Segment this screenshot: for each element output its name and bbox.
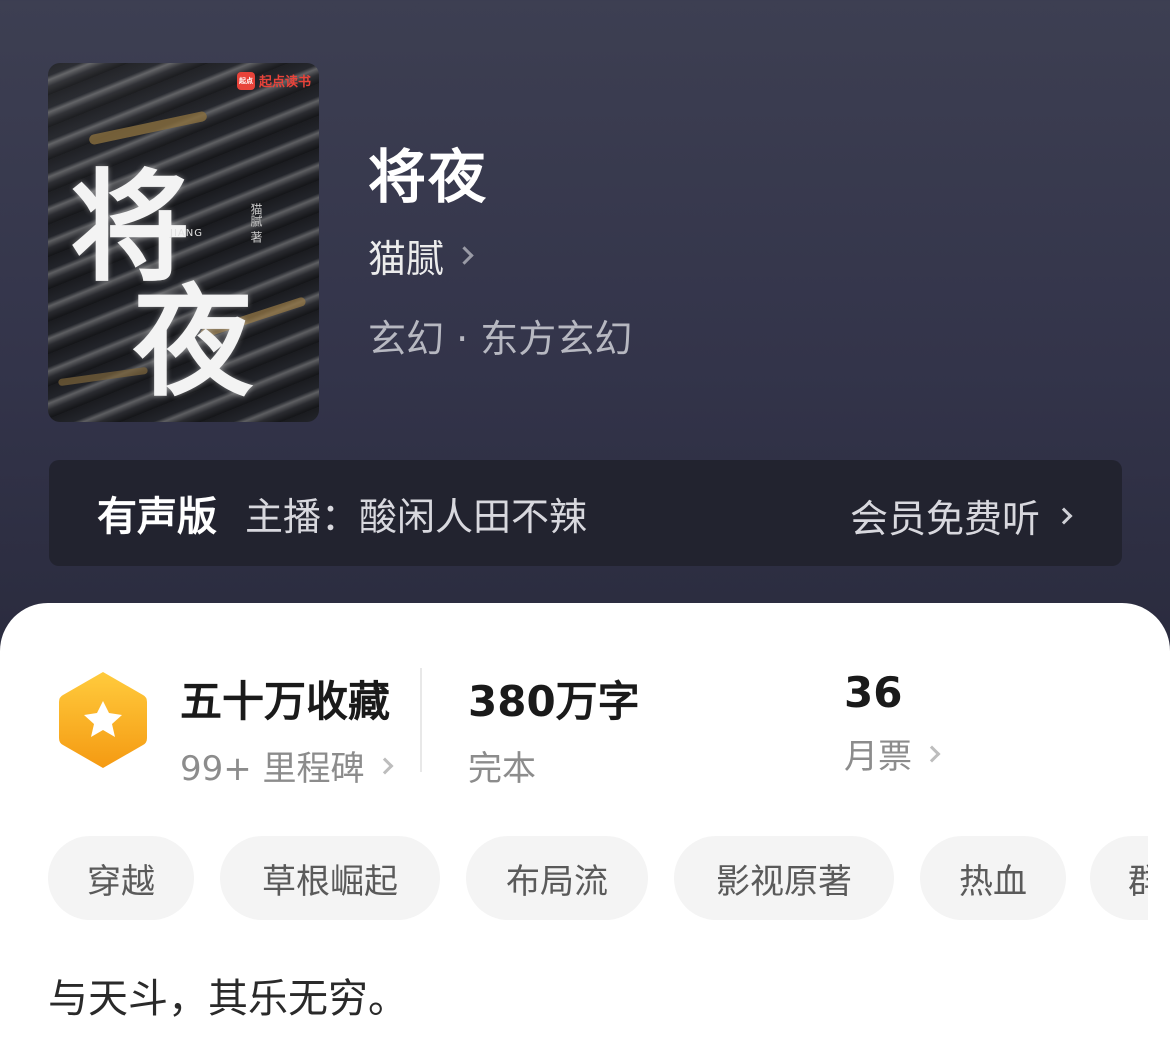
monthly-ticket-label: 月票: [844, 737, 912, 777]
tag-chip[interactable]: 影视原著: [674, 836, 894, 920]
cover-glyph-bottom: 夜: [133, 272, 253, 413]
book-title: 将夜: [368, 143, 489, 211]
audio-label: 有声版: [97, 494, 217, 540]
milestone-label: 99+ 里程碑: [180, 749, 365, 789]
milestone-link[interactable]: 99+ 里程碑: [180, 741, 394, 790]
cover-author-mark: 猫腻 著: [249, 203, 263, 243]
tag-chip[interactable]: 布局流: [466, 836, 648, 920]
book-cover-image[interactable]: 起点 起点读书 将 夜 JIANG 猫腻 著: [48, 63, 319, 422]
tag-list: 穿越 草根崛起 布局流 影视原著 热血 群: [48, 836, 1148, 922]
chevron-right-icon: [923, 745, 941, 762]
audio-host: 主播：酸闲人田不辣: [245, 494, 588, 539]
word-count-stat: 380万字 完本: [468, 668, 640, 790]
chevron-right-icon: [455, 246, 474, 265]
qidian-logo-icon: 起点: [236, 71, 255, 90]
collection-count: 五十万收藏: [180, 677, 391, 726]
cover-calligraphy: 将 夜: [58, 108, 298, 408]
tag-chip[interactable]: 草根崛起: [220, 836, 440, 920]
cover-pinyin: JIANG: [170, 228, 203, 239]
tag-chip[interactable]: 群: [1090, 836, 1148, 920]
collection-stat[interactable]: 五十万收藏 99+ 里程碑: [180, 668, 394, 790]
listen-free-button[interactable]: 会员免费听: [849, 488, 1073, 543]
book-intro: 与天斗，其乐无穷。: [48, 976, 408, 1022]
listen-free-label: 会员免费听: [849, 497, 1040, 541]
tag-chip[interactable]: 热血: [920, 836, 1066, 920]
cover-brand: 起点 起点读书: [236, 71, 311, 90]
book-genre: 玄幻 · 东方玄幻: [368, 317, 633, 361]
collection-badge-icon: [59, 672, 147, 768]
word-count: 380万字: [468, 677, 640, 726]
chevron-right-icon: [1055, 507, 1073, 524]
tag-chip[interactable]: 穿越: [48, 836, 194, 920]
monthly-ticket-count: 36: [844, 668, 903, 717]
monthly-ticket-stat[interactable]: 36 月票: [844, 668, 941, 778]
cover-brand-text: 起点读书: [258, 75, 311, 90]
book-header: 起点 起点读书 将 夜 JIANG 猫腻 著 将夜 猫腻 玄幻 · 东方玄幻 有…: [0, 0, 1170, 640]
stat-divider: [420, 668, 422, 772]
completion-status: 完本: [468, 749, 536, 789]
chevron-right-icon: [376, 757, 394, 774]
audio-version-bar[interactable]: 有声版 主播：酸闲人田不辣 会员免费听: [49, 460, 1122, 566]
monthly-ticket-link[interactable]: 月票: [844, 729, 941, 778]
author-link[interactable]: 猫腻: [368, 228, 474, 283]
author-name: 猫腻: [368, 237, 445, 281]
